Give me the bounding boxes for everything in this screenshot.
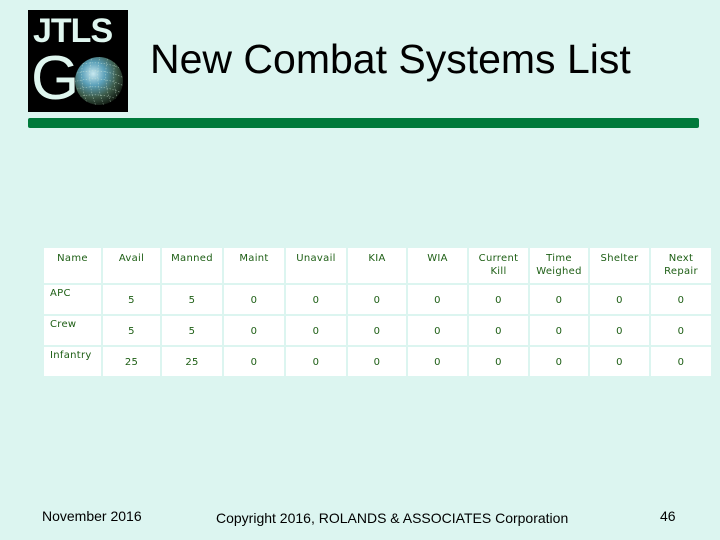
column-header-line: Kill bbox=[490, 266, 507, 277]
column-header: Avail bbox=[103, 248, 160, 283]
column-header: Manned bbox=[162, 248, 222, 283]
page-title: New Combat Systems List bbox=[150, 36, 631, 82]
table-cell: 25 bbox=[162, 347, 222, 376]
table-cell: 0 bbox=[408, 347, 467, 376]
jtls-go-logo: JTLS G bbox=[28, 10, 128, 112]
table-cell: 0 bbox=[651, 347, 711, 376]
table-cell: 0 bbox=[286, 316, 346, 345]
table-cell: 0 bbox=[348, 347, 406, 376]
table-cell: 0 bbox=[348, 316, 406, 345]
column-header-line: Maint bbox=[239, 253, 269, 264]
combat-systems-table: Name Avail Manned Maint Unavail KIA WIA Current… bbox=[42, 246, 713, 378]
table-cell: 0 bbox=[224, 316, 284, 345]
column-header: Name bbox=[44, 248, 101, 283]
table-cell: 25 bbox=[103, 347, 160, 376]
table-cell: 5 bbox=[103, 285, 160, 314]
table-cell: 5 bbox=[162, 316, 222, 345]
row-name-cell: APC bbox=[44, 285, 101, 314]
logo-text-g: G bbox=[31, 44, 80, 113]
column-header-line: Current bbox=[478, 253, 519, 264]
table-cell: 0 bbox=[408, 316, 467, 345]
table-cell: 0 bbox=[590, 285, 649, 314]
table-cell: 0 bbox=[224, 347, 284, 376]
column-header: Shelter bbox=[590, 248, 649, 283]
table-cell: 0 bbox=[286, 285, 346, 314]
table-cell: 0 bbox=[286, 347, 346, 376]
table-cell: 0 bbox=[530, 316, 588, 345]
table-cell: 5 bbox=[162, 285, 222, 314]
table-cell: 0 bbox=[530, 285, 588, 314]
column-header: Time Weighed bbox=[530, 248, 588, 283]
table-cell: 0 bbox=[224, 285, 284, 314]
column-header-line: Repair bbox=[664, 266, 698, 277]
title-divider bbox=[28, 118, 699, 128]
column-header: Current Kill bbox=[469, 248, 528, 283]
column-header-line: Next bbox=[668, 253, 694, 264]
table-cell: 0 bbox=[469, 316, 528, 345]
table-row: Infantry 25 25 0 0 0 0 0 0 0 0 bbox=[44, 347, 711, 376]
column-header: Unavail bbox=[286, 248, 346, 283]
column-header: Maint bbox=[224, 248, 284, 283]
globe-icon bbox=[75, 57, 123, 105]
column-header-line: Avail bbox=[118, 253, 145, 264]
column-header: Next Repair bbox=[651, 248, 711, 283]
table-header-row: Name Avail Manned Maint Unavail KIA WIA Current… bbox=[44, 248, 711, 283]
table-cell: 0 bbox=[408, 285, 467, 314]
column-header-line: Unavail bbox=[296, 253, 336, 264]
table-cell: 0 bbox=[590, 347, 649, 376]
table-cell: 0 bbox=[590, 316, 649, 345]
column-header-line: KIA bbox=[368, 253, 386, 264]
row-name-cell: Infantry bbox=[44, 347, 101, 376]
column-header-line: Manned bbox=[171, 253, 213, 264]
table-row: APC 5 5 0 0 0 0 0 0 0 0 bbox=[44, 285, 711, 314]
column-header: WIA bbox=[408, 248, 467, 283]
table-cell: 0 bbox=[651, 285, 711, 314]
table-cell: 0 bbox=[469, 347, 528, 376]
table-cell: 0 bbox=[651, 316, 711, 345]
table-cell: 0 bbox=[530, 347, 588, 376]
table-cell: 0 bbox=[469, 285, 528, 314]
column-header-line: Weighed bbox=[536, 266, 582, 277]
column-header-line: WIA bbox=[427, 253, 448, 264]
column-header: KIA bbox=[348, 248, 406, 283]
footer-date: November 2016 bbox=[42, 508, 142, 524]
page-number: 46 bbox=[660, 508, 676, 524]
table-cell: 5 bbox=[103, 316, 160, 345]
footer-copyright: Copyright 2016, ROLANDS & ASSOCIATES Cor… bbox=[216, 510, 569, 526]
column-header-line: Time bbox=[546, 253, 572, 264]
table-cell: 0 bbox=[348, 285, 406, 314]
column-header-line: Name bbox=[57, 253, 88, 264]
row-name-cell: Crew bbox=[44, 316, 101, 345]
table-row: Crew 5 5 0 0 0 0 0 0 0 0 bbox=[44, 316, 711, 345]
column-header-line: Shelter bbox=[600, 253, 639, 264]
